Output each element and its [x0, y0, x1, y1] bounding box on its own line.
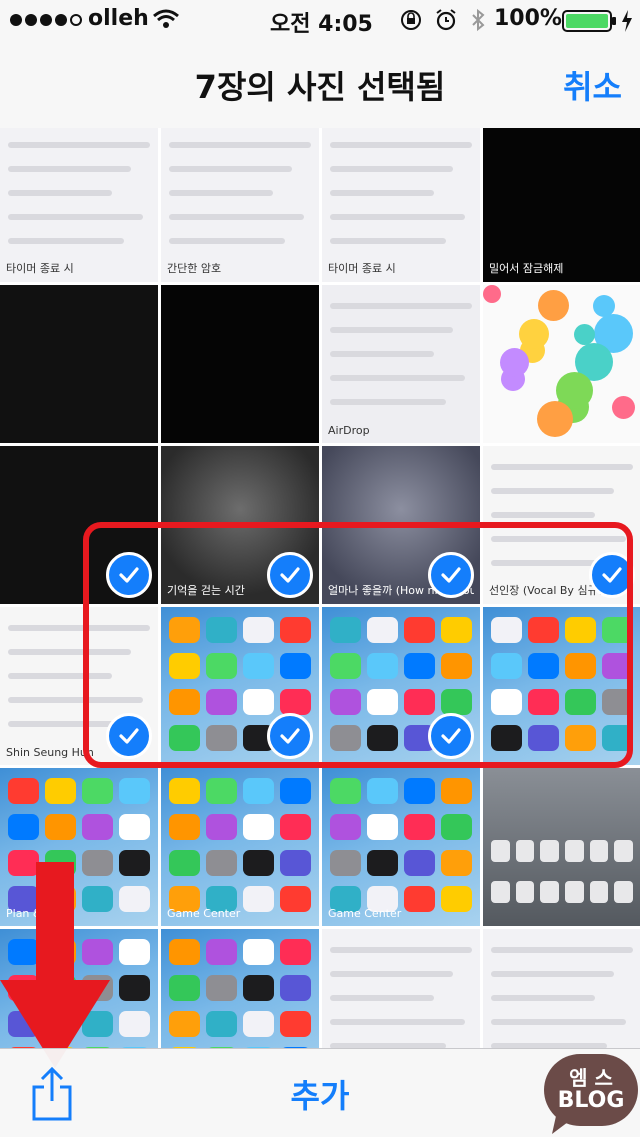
photo-thumbnail[interactable]: 밀어서 잠금해제 [483, 128, 640, 282]
keyboard-keys [491, 840, 633, 916]
content-line [491, 488, 614, 494]
app-icon-grid [169, 778, 311, 916]
photo-thumbnail[interactable] [0, 285, 158, 443]
content-line [8, 214, 143, 220]
polka-dot [537, 401, 573, 437]
photo-thumbnail[interactable]: 타이머 종료 시 [322, 128, 480, 282]
content-line [491, 947, 633, 953]
rotation-lock-icon [401, 10, 421, 30]
content-line [8, 166, 131, 172]
thumbnail-caption: AirDrop [328, 424, 370, 437]
thumbnail-caption: Game Center [328, 907, 402, 920]
wifi-icon [153, 9, 179, 28]
content-line [491, 464, 633, 470]
clock: 오전 4:05 [270, 12, 373, 37]
content-line [491, 971, 614, 977]
alarm-icon [436, 9, 456, 31]
polka-dot [612, 396, 635, 419]
photo-thumbnail[interactable] [483, 768, 640, 926]
content-line [330, 238, 446, 244]
thumbnail-caption: 타이머 종료 시 [6, 262, 74, 275]
selection-highlight-box [83, 522, 633, 768]
photo-thumbnail[interactable] [161, 285, 319, 443]
speech-tail-icon [552, 1116, 576, 1134]
photo-thumbnail[interactable]: AirDrop [322, 929, 480, 1048]
content-line [330, 214, 465, 220]
content-line [169, 166, 292, 172]
content-line [169, 190, 273, 196]
content-line [169, 214, 304, 220]
thumbnail-caption: 밀어서 잠금해제 [489, 262, 564, 275]
content-line [330, 399, 446, 405]
signal-strength-icon [10, 14, 82, 26]
content-line [330, 166, 453, 172]
app-icon-grid [169, 939, 311, 1048]
content-line [330, 375, 465, 381]
polka-dot [538, 290, 569, 321]
content-line [8, 142, 150, 148]
content-line [491, 995, 595, 1001]
thumbnail-caption: 타이머 종료 시 [328, 262, 396, 275]
charging-icon [622, 10, 632, 32]
content-line [330, 303, 472, 309]
polka-dot [574, 324, 595, 345]
cancel-button[interactable]: 취소 [563, 62, 622, 108]
polka-dot [500, 348, 529, 377]
content-line [491, 1019, 626, 1025]
battery-icon [562, 10, 616, 32]
content-line [330, 1019, 465, 1025]
content-line [8, 238, 124, 244]
photo-thumbnail[interactable]: Game Center [161, 768, 319, 926]
polka-dot [593, 295, 615, 317]
content-line [330, 190, 434, 196]
content-line [169, 238, 285, 244]
bluetooth-icon [472, 8, 485, 32]
battery-percent: 100% [494, 6, 562, 31]
content-line [169, 142, 311, 148]
thumbnail-caption: 간단한 암호 [167, 262, 222, 275]
content-line [330, 995, 434, 1001]
thumbnail-caption: Game Center [167, 907, 241, 920]
photo-thumbnail[interactable]: Game Center [322, 768, 480, 926]
watermark-line-1: 엠 스 [569, 1066, 613, 1090]
navigation-bar: 7장의 사진 선택됨 취소 [0, 40, 640, 128]
page-title: 7장의 사진 선택됨 [194, 68, 446, 106]
content-line [330, 947, 472, 953]
photo-thumbnail[interactable]: 간단한 암호 [161, 128, 319, 282]
status-bar: olleh 오전 4:05 100% [0, 0, 640, 40]
arrow-down-icon [0, 862, 110, 1068]
photo-thumbnail[interactable]: AirDrop [483, 929, 640, 1048]
blog-watermark: 엠 스 BLOG [544, 1054, 638, 1134]
content-line [330, 971, 453, 977]
photo-thumbnail[interactable]: AirDrop [322, 285, 480, 443]
carrier-label: olleh [88, 6, 149, 31]
photo-thumbnail[interactable]: 타이머 종료 시 [0, 128, 158, 282]
app-icon-grid [330, 778, 472, 916]
polka-dot [483, 285, 501, 303]
watermark-line-2: BLOG [557, 1088, 625, 1113]
photo-thumbnail[interactable]: AirDrop [161, 929, 319, 1048]
content-line [330, 351, 434, 357]
polka-dot [519, 319, 549, 349]
content-line [330, 142, 472, 148]
content-line [330, 327, 453, 333]
content-line [491, 512, 595, 518]
photo-thumbnail[interactable] [483, 285, 640, 443]
content-line [8, 190, 112, 196]
